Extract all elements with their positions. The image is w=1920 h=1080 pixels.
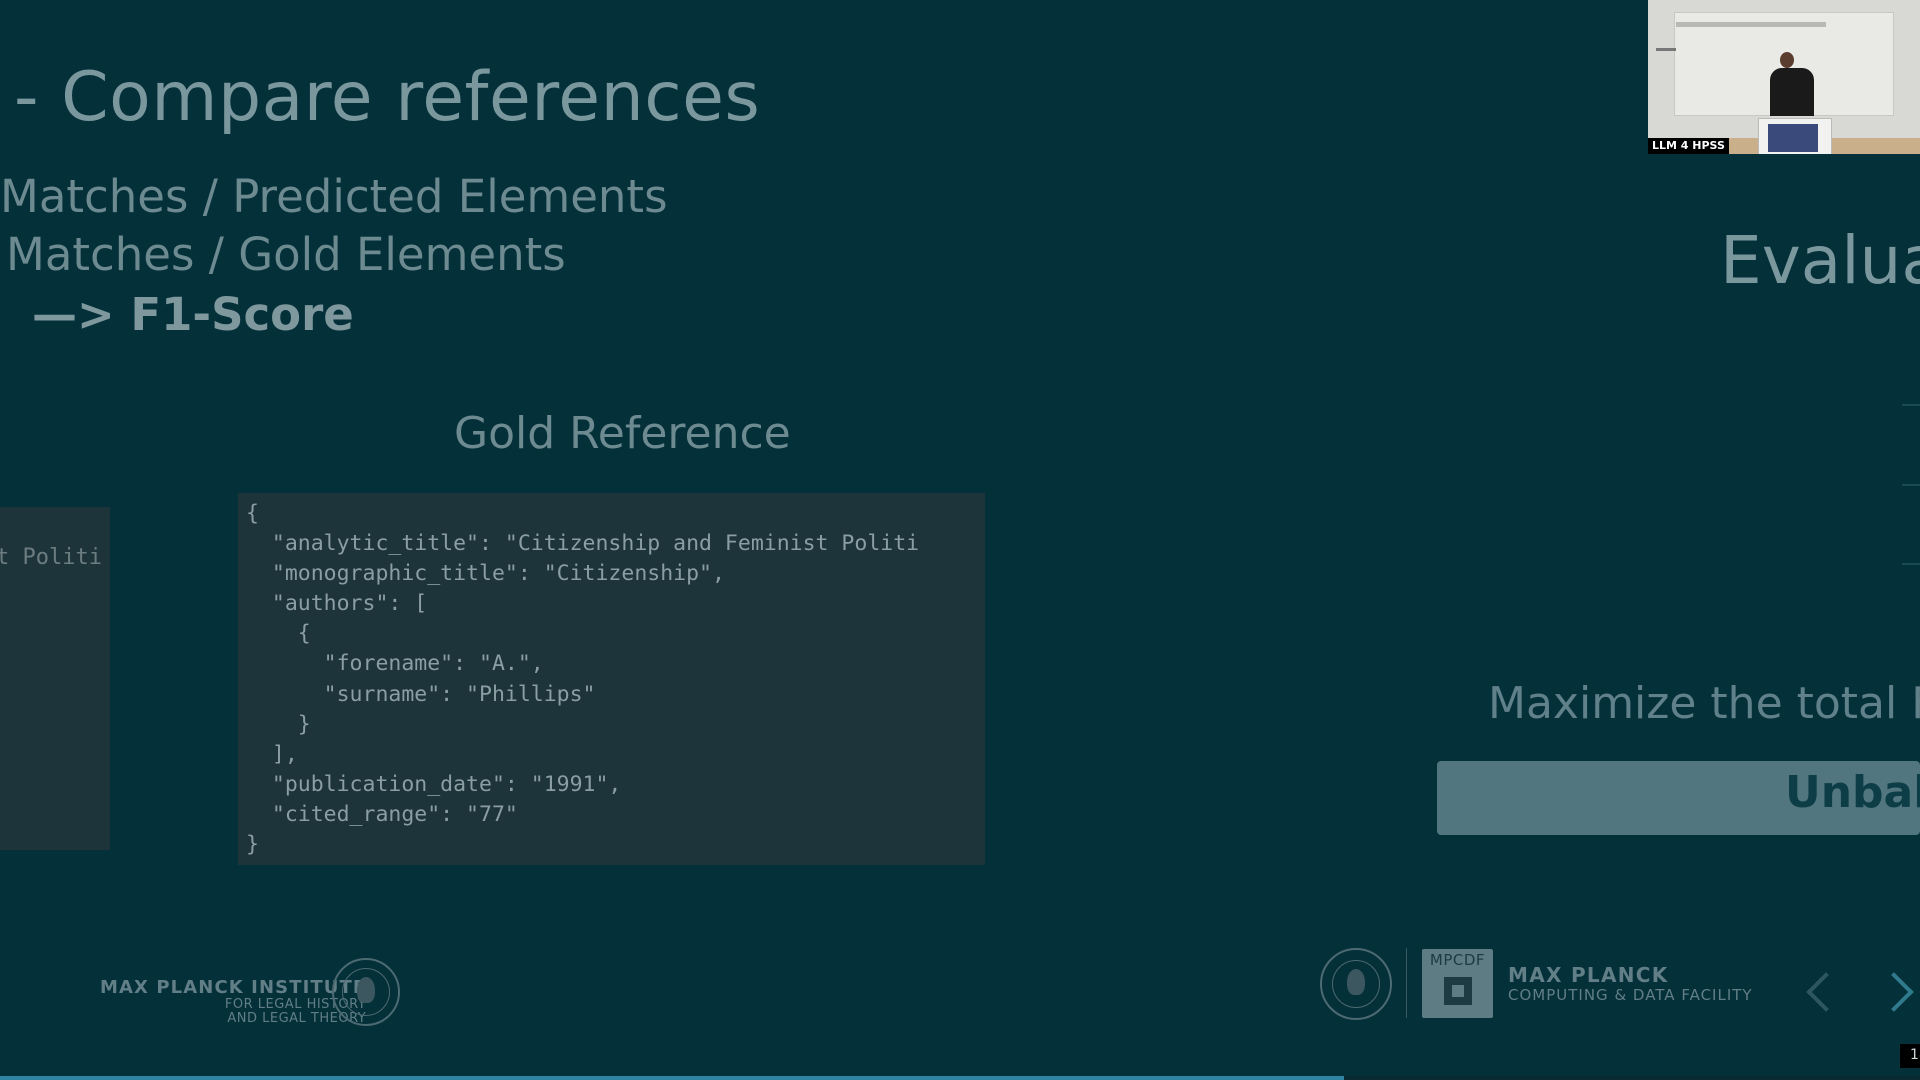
unbalanced-label: Unbala bbox=[1785, 767, 1920, 818]
precision-definition: Matches / Predicted Elements bbox=[0, 170, 668, 223]
institute-subtitle-2: AND LEGAL THEORY bbox=[227, 1011, 367, 1026]
projected-title-line bbox=[1676, 22, 1826, 27]
mpcdf-logo-text: MAX PLANCK COMPUTING & DATA FACILITY bbox=[1508, 964, 1753, 1004]
speaker-head bbox=[1780, 52, 1794, 68]
f1-score-line: —> F1-Score bbox=[32, 288, 354, 341]
mpcdf-logo-label: MPCDF bbox=[1429, 951, 1486, 969]
predicted-reference-code-box: t Politi bbox=[0, 507, 110, 850]
mpcdf-square-icon bbox=[1444, 977, 1472, 1005]
projected-text-line bbox=[1656, 48, 1676, 51]
speaker-video[interactable]: LLM 4 HPSS bbox=[1648, 0, 1920, 154]
mpcdf-name: MAX PLANCK bbox=[1508, 963, 1669, 987]
divider-line bbox=[1902, 563, 1920, 565]
gold-reference-code-box: { "analytic_title": "Citizenship and Fem… bbox=[238, 493, 985, 865]
unbalanced-box: Unbala bbox=[1437, 761, 1920, 835]
video-label: LLM 4 HPSS bbox=[1648, 138, 1729, 154]
slide-title: - Compare references bbox=[14, 58, 761, 137]
speaker-figure bbox=[1770, 68, 1814, 116]
gold-reference-heading: Gold Reference bbox=[454, 408, 791, 459]
minerva-seal-icon bbox=[332, 958, 400, 1026]
institute-name: MAX PLANCK INSTITUTE bbox=[100, 977, 367, 998]
predicted-reference-fragment: t Politi bbox=[0, 545, 102, 570]
minerva-seal-icon bbox=[1320, 948, 1392, 1020]
divider-line bbox=[1902, 404, 1920, 406]
mpcdf-logo: MPCDF bbox=[1422, 949, 1493, 1018]
progress-bar-fill bbox=[0, 1076, 1344, 1080]
chevron-right-icon[interactable] bbox=[1874, 972, 1914, 1012]
recall-definition: Matches / Gold Elements bbox=[6, 228, 566, 281]
evaluation-heading: Evaluat bbox=[1720, 222, 1920, 299]
podium-sign bbox=[1768, 124, 1818, 152]
progress-bar[interactable] bbox=[0, 1076, 1920, 1080]
institute-subtitle-1: FOR LEGAL HISTORY bbox=[224, 997, 367, 1012]
divider-line bbox=[1902, 484, 1920, 486]
institute-logo-text: MAX PLANCK INSTITUTE FOR LEGAL HISTORY A… bbox=[100, 978, 366, 1026]
gold-reference-json: { "analytic_title": "Citizenship and Fem… bbox=[246, 501, 920, 858]
mpcdf-subtitle: COMPUTING & DATA FACILITY bbox=[1508, 986, 1753, 1004]
slide-number: 18 bbox=[1900, 1044, 1920, 1068]
logo-divider bbox=[1406, 948, 1407, 1018]
slide-number-text: 18 bbox=[1910, 1047, 1920, 1063]
maximize-f1-text: Maximize the total F1 bbox=[1488, 678, 1920, 729]
chevron-left-icon[interactable] bbox=[1806, 972, 1846, 1012]
